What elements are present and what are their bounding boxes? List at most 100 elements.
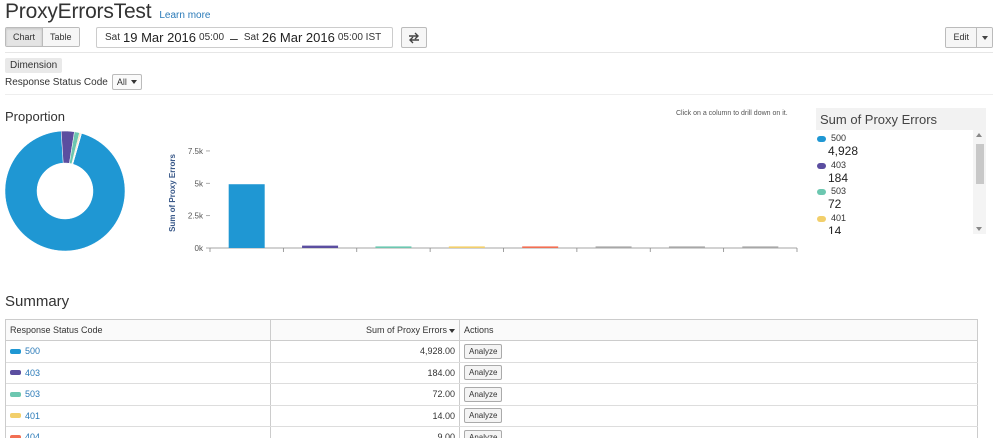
y-tick-label: 2.5k xyxy=(188,212,204,221)
learn-more-link[interactable]: Learn more xyxy=(159,10,210,21)
summary-table: Response Status Code Sum of Proxy Errors… xyxy=(5,319,978,438)
legend-scrollbar[interactable] xyxy=(973,130,986,234)
date-range-picker[interactable]: Sat 19 Mar 2016 05:00 – Sat 26 Mar 2016 … xyxy=(96,27,393,48)
title-row: ProxyErrorsTest Learn more xyxy=(5,0,211,24)
actions-cell: Analyze xyxy=(460,405,978,426)
legend-value: 14 xyxy=(828,223,842,235)
code-cell: 404 xyxy=(6,427,271,438)
actions-cell: Analyze xyxy=(460,384,978,405)
bar[interactable] xyxy=(668,246,705,248)
legend-value: 72 xyxy=(828,197,842,211)
legend-code: 403 xyxy=(831,159,847,170)
color-swatch xyxy=(10,348,21,354)
status-code-select[interactable]: All xyxy=(111,74,142,90)
bar[interactable] xyxy=(228,184,265,248)
color-swatch xyxy=(10,391,21,397)
sum-cell: 184.00 xyxy=(271,362,460,383)
page-title: ProxyErrorsTest xyxy=(5,0,152,23)
filter-row: Response Status Code All xyxy=(5,74,142,90)
edit-group: Edit xyxy=(945,27,993,48)
date-from-day: Sat xyxy=(105,32,121,43)
legend: Sum of Proxy Errors 500 4,928 403 184 503 72 4… xyxy=(816,108,986,234)
bar[interactable] xyxy=(742,246,779,248)
column-header-sum[interactable]: Sum of Proxy Errors xyxy=(271,320,460,340)
status-code-link[interactable]: 500 xyxy=(25,341,40,361)
status-code-link[interactable]: 404 xyxy=(25,427,40,438)
bar-chart[interactable]: Sum of Proxy Errors 0k 2.5k 5k 7.5k xyxy=(165,128,800,253)
sort-desc-icon xyxy=(449,328,455,333)
table-row: 401 14.00 Analyze xyxy=(6,405,978,427)
table-row: 403 184.00 Analyze xyxy=(6,362,978,384)
bar[interactable] xyxy=(302,245,339,248)
analyze-button[interactable]: Analyze xyxy=(464,343,503,359)
bar[interactable] xyxy=(595,246,632,248)
status-code-link[interactable]: 503 xyxy=(25,384,40,404)
divider xyxy=(5,52,993,53)
chart-view-button[interactable]: Chart xyxy=(6,28,43,46)
chevron-down-icon xyxy=(130,80,137,84)
table-view-button[interactable]: Table xyxy=(42,28,79,46)
actions-cell: Analyze xyxy=(460,362,978,383)
bar[interactable] xyxy=(448,246,485,248)
legend-swatch xyxy=(817,189,826,195)
table-row: 503 72.00 Analyze xyxy=(6,384,978,406)
dimension-tag: Dimension xyxy=(5,58,63,73)
color-swatch xyxy=(10,370,21,376)
summary-title: Summary xyxy=(5,293,70,310)
sum-cell: 9.00 xyxy=(271,427,460,438)
legend-code: 503 xyxy=(831,186,847,196)
table-header-row: Response Status Code Sum of Proxy Errors… xyxy=(6,320,978,341)
sum-cell: 72.00 xyxy=(271,384,460,405)
table-row: 500 4,928.00 Analyze xyxy=(6,341,978,363)
analyze-button[interactable]: Analyze xyxy=(464,386,503,402)
date-to: 26 Mar 2016 xyxy=(261,30,335,45)
column-header-sum-label: Sum of Proxy Errors xyxy=(365,325,447,335)
legend-code: 401 xyxy=(831,212,847,223)
status-code-link[interactable]: 403 xyxy=(25,363,40,383)
legend-swatch xyxy=(817,215,826,222)
divider xyxy=(5,94,993,95)
legend-value: 184 xyxy=(828,170,849,185)
legend-swatch xyxy=(817,162,826,169)
column-header-code[interactable]: Response Status Code xyxy=(6,320,271,340)
filter-label: Response Status Code xyxy=(5,76,108,88)
analyze-button[interactable]: Analyze xyxy=(464,365,503,381)
color-swatch xyxy=(10,413,21,419)
date-to-time: 05:00 IST xyxy=(337,32,382,43)
analyze-button[interactable]: Analyze xyxy=(464,429,503,438)
scroll-down-icon[interactable] xyxy=(976,227,982,231)
toolbar: Chart Table Sat 19 Mar 2016 05:00 – Sat … xyxy=(5,27,993,49)
actions-cell: Analyze xyxy=(460,427,978,438)
y-axis-label: Sum of Proxy Errors xyxy=(168,154,177,232)
sum-cell: 4,928.00 xyxy=(271,341,460,362)
code-cell: 401 xyxy=(6,405,271,426)
date-from-time: 05:00 xyxy=(199,32,225,43)
proportion-donut-chart[interactable] xyxy=(4,130,126,252)
table-row: 404 9.00 Analyze xyxy=(6,427,978,438)
legend-title: Sum of Proxy Errors xyxy=(816,108,986,130)
scroll-thumb[interactable] xyxy=(976,144,984,184)
bar[interactable] xyxy=(522,246,559,248)
y-tick-label: 0k xyxy=(195,244,204,253)
edit-dropdown-button[interactable] xyxy=(976,28,992,47)
proportion-title: Proportion xyxy=(5,109,65,124)
legend-list: 500 4,928 403 184 503 72 401 14 xyxy=(816,130,986,234)
swap-button[interactable] xyxy=(401,27,427,48)
date-separator: – xyxy=(230,29,238,46)
edit-button[interactable]: Edit xyxy=(946,28,976,47)
y-tick-label: 5k xyxy=(195,179,204,188)
date-from: 19 Mar 2016 xyxy=(123,30,197,45)
status-code-link[interactable]: 401 xyxy=(25,406,40,426)
filter-value: All xyxy=(116,77,127,87)
analyze-button[interactable]: Analyze xyxy=(464,408,503,424)
swap-icon xyxy=(409,32,419,43)
scroll-up-icon[interactable] xyxy=(976,133,982,137)
sum-cell: 14.00 xyxy=(271,405,460,426)
bar[interactable] xyxy=(375,246,412,248)
column-header-actions: Actions xyxy=(460,320,978,340)
chart-hint: Click on a column to drill down on it. xyxy=(676,110,788,117)
chevron-down-icon xyxy=(981,35,988,40)
legend-swatch xyxy=(817,136,826,142)
legend-code: 500 xyxy=(831,133,847,143)
legend-value: 4,928 xyxy=(828,144,859,158)
